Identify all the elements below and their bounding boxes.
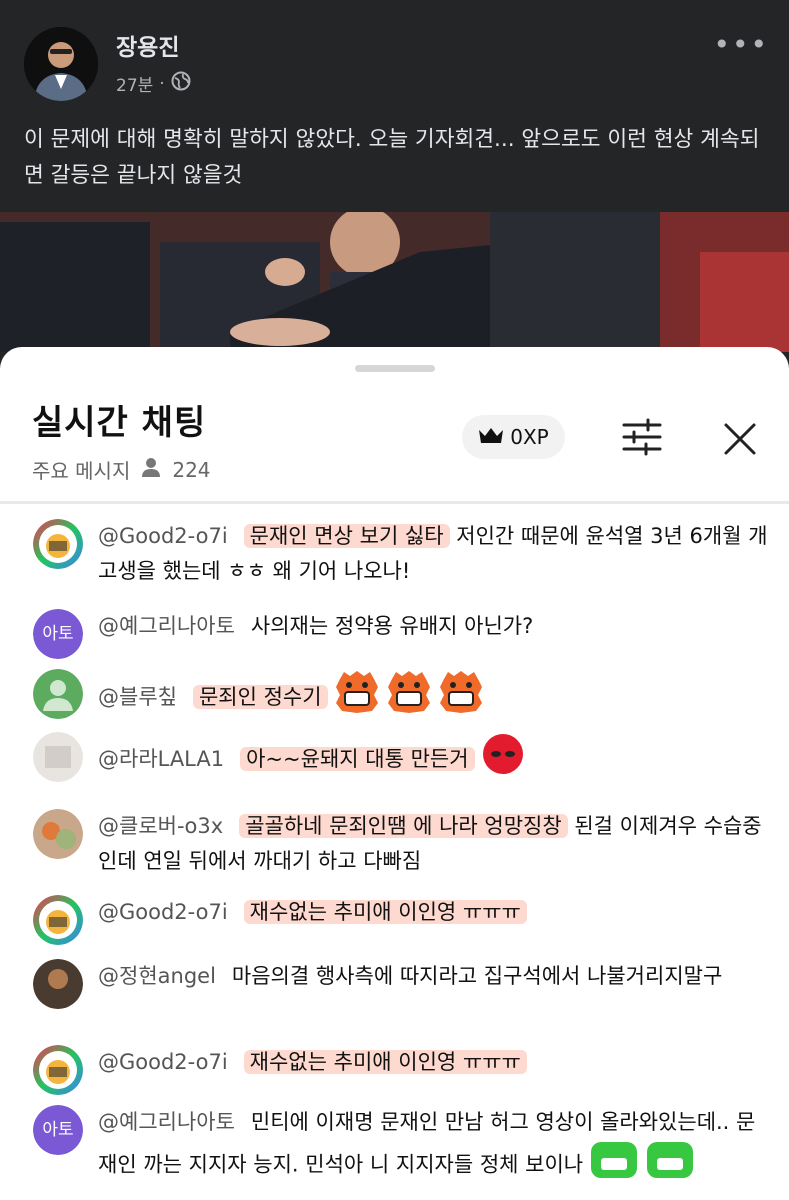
chat-title: 실시간 채팅 xyxy=(32,403,207,443)
chat-avatar[interactable] xyxy=(33,1045,83,1095)
chat-message-body: @예그리나아토 사의재는 정약용 유배지 아닌가? xyxy=(98,609,768,644)
chat-message-body: @블루칲 문죄인 정수기 xyxy=(98,669,768,726)
message-text: 사의재는 정약용 유배지 아닌가? xyxy=(250,614,534,638)
chat-username[interactable]: @예그리나아토 xyxy=(98,614,235,638)
highlighted-text: 문재인 면상 보기 싫타 xyxy=(243,524,450,548)
divider xyxy=(0,501,789,504)
chat-message-body: @정현angel 마음의결 행사측에 따지라고 집구석에서 나불거리지말구 xyxy=(98,959,768,994)
xp-value: 0XP xyxy=(510,425,549,449)
highlighted-text: 재수없는 추미애 이인영 ㅠㅠㅠ xyxy=(243,900,527,924)
tab-top-messages[interactable]: 주요 메시지 xyxy=(32,455,130,484)
dot-separator: · xyxy=(159,73,165,94)
chat-username[interactable]: @Good2-o7i xyxy=(98,900,228,924)
chat-avatar[interactable] xyxy=(33,895,83,945)
author-avatar[interactable] xyxy=(24,27,98,101)
xp-badge[interactable]: 0XP xyxy=(462,415,565,459)
drag-handle[interactable] xyxy=(355,365,435,372)
video-frame[interactable] xyxy=(0,212,789,352)
angry-face-icon xyxy=(438,669,484,726)
post-meta: 27분 · xyxy=(116,71,191,96)
highlighted-text: 골골하네 문죄인땜 에 나라 엉망징창 xyxy=(239,814,568,838)
angry-face-icon xyxy=(334,669,380,726)
chat-username[interactable]: @정현angel xyxy=(98,964,216,988)
viewer-count: 224 xyxy=(172,457,211,482)
chat-message-body: @Good2-o7i 재수없는 추미애 이인영 ㅠㅠㅠ xyxy=(98,1045,768,1080)
chat-username[interactable]: @예그리나아토 xyxy=(98,1110,235,1134)
chat-avatar[interactable] xyxy=(33,519,83,569)
avatar-text: 아토 xyxy=(42,624,74,644)
chat-username[interactable]: @블루칲 xyxy=(98,685,177,709)
angry-face-icon xyxy=(386,669,432,726)
chat-message-body: @예그리나아토 민티에 이재명 문재인 만남 허그 영상이 올라와있는데.. 문재… xyxy=(98,1105,768,1191)
viewers-icon xyxy=(140,456,162,483)
highlighted-text: 아~~윤돼지 대통 만든거 xyxy=(240,746,475,771)
chat-avatar[interactable] xyxy=(33,959,83,1009)
message-text: 마음의결 행사측에 따지라고 집구석에서 나불거리지말구 xyxy=(231,964,723,988)
close-icon[interactable] xyxy=(718,417,762,461)
green-face-icon xyxy=(645,1140,695,1191)
chat-subheader: 주요 메시지 224 xyxy=(32,455,211,484)
highlighted-text: 재수없는 추미애 이인영 ㅠㅠㅠ xyxy=(243,1050,527,1074)
chat-username[interactable]: @Good2-o7i xyxy=(98,524,228,548)
chat-username[interactable]: @Good2-o7i xyxy=(98,1050,228,1074)
globe-icon xyxy=(171,71,191,96)
chat-username[interactable]: @라라LALA1 xyxy=(98,747,224,771)
chat-message-body: @클로버-o3x 골골하네 문죄인땜 에 나라 엉망징창 된걸 이제겨우 수습중인… xyxy=(98,809,768,879)
chat-avatar[interactable] xyxy=(33,809,83,859)
chat-message-body: @Good2-o7i 재수없는 추미애 이인영 ㅠㅠㅠ xyxy=(98,895,768,930)
post-header: 장용진 27분 · ••• 이 문제에 대해 명확히 말하지 않았다. 오늘 기… xyxy=(0,0,789,212)
chat-message-body: @Good2-o7i 문재인 면상 보기 싫타 저인간 때문에 윤석열 3년 6개… xyxy=(98,519,768,589)
post-text: 이 문제에 대해 명확히 말하지 않았다. 오늘 기자회견... 앞으로도 이런… xyxy=(24,127,760,188)
live-chat-panel: 실시간 채팅 0XP 주요 메시지 224 @Good2-o7i 문재인 면상 보… xyxy=(0,347,789,1200)
post-time[interactable]: 27분 xyxy=(116,71,153,96)
more-options-icon[interactable]: ••• xyxy=(713,28,769,61)
author-name[interactable]: 장용진 xyxy=(116,28,179,62)
chat-message-body: @라라LALA1 아~~윤돼지 대통 만든거 xyxy=(98,732,768,787)
crown-icon xyxy=(478,425,504,449)
filter-sliders-icon[interactable] xyxy=(620,417,664,457)
red-blob-icon xyxy=(481,732,525,787)
highlighted-text: 문죄인 정수기 xyxy=(192,684,328,709)
chat-username[interactable]: @클로버-o3x xyxy=(98,814,223,838)
green-face-icon xyxy=(589,1140,639,1191)
chat-avatar[interactable] xyxy=(33,669,83,719)
chat-avatar[interactable]: 아토 xyxy=(33,609,83,659)
chat-avatar[interactable]: 아토 xyxy=(33,1105,83,1155)
avatar-text: 아토 xyxy=(42,1120,74,1140)
chat-avatar[interactable] xyxy=(33,732,83,782)
